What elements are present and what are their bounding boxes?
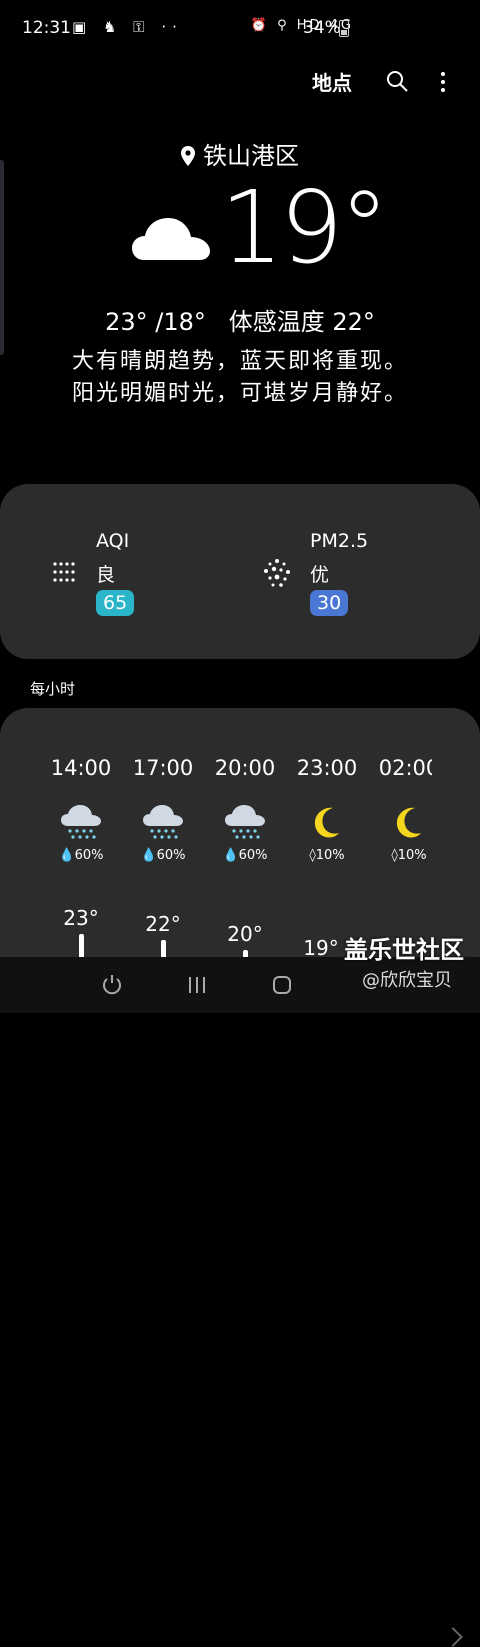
temp-minmax: 23° /18°: [105, 308, 206, 336]
watermark-author: @欣欣宝贝: [362, 970, 452, 991]
moon-icon: [396, 807, 421, 838]
hour-precip: 💧60%: [58, 848, 104, 863]
status-bar: 12:31 ▣ ♞ ⚿ ·· ⏰ ⚲ HD 4G 34%: [0, 0, 480, 58]
raindrop-icon: 💧: [140, 848, 157, 863]
status-notification-icons: ▣ ♞ ⚿ ··: [72, 18, 183, 36]
home-icon[interactable]: [271, 974, 293, 996]
air-quality-card[interactable]: AQI 良 65 PM2.5 优 30: [0, 484, 480, 659]
weather-description: 大有晴朗趋势，蓝天即将重现。 阳光明媚时光，可堪岁月静好。: [0, 346, 480, 410]
recents-icon[interactable]: [186, 974, 208, 996]
hour-precip: 💧60%: [140, 848, 186, 863]
hour-precip: ◊10%: [391, 848, 427, 863]
hour-temp: 20°: [227, 922, 263, 946]
pm25-value-badge: 30: [310, 590, 349, 616]
aqi-dots-icon: [53, 562, 75, 582]
hour-time: 17:00: [132, 756, 194, 780]
hour-time: 14:00: [50, 756, 112, 780]
temp-range-row: 23° /18° 体感温度 22°: [0, 302, 480, 337]
chevron-right-icon[interactable]: [443, 1627, 463, 1647]
battery-icon: [339, 20, 349, 37]
hour-precip: ◊10%: [309, 848, 345, 863]
city-row[interactable]: 铁山港区: [0, 136, 480, 171]
raindrop-icon: 💧: [58, 848, 75, 863]
cloud-icon: [132, 218, 210, 260]
watermark-title: 盖乐世社区: [344, 936, 464, 964]
hour-temp: 23°: [63, 906, 99, 930]
moon-icon: [314, 807, 339, 838]
rain-cloud-icon: [143, 805, 183, 839]
hour-time: 23:00: [296, 756, 358, 780]
location-pin-icon: [181, 146, 195, 166]
rain-cloud-icon: [61, 805, 101, 839]
city-name: 铁山港区: [203, 142, 299, 170]
pm25-label: PM2.5: [310, 530, 369, 552]
feels-like: 体感温度 22°: [228, 308, 375, 336]
hourly-title: 每小时: [30, 680, 76, 698]
location-button[interactable]: 地点: [312, 67, 352, 96]
aqi-label: AQI: [96, 530, 130, 552]
hour-time: 02:00: [378, 756, 432, 780]
more-vertical-icon[interactable]: [438, 70, 448, 92]
search-icon[interactable]: [386, 70, 408, 92]
aqi-level: 良: [96, 564, 116, 586]
current-temperature: 19°: [220, 169, 389, 286]
description-line-1: 大有晴朗趋势，蓝天即将重现。: [71, 349, 408, 374]
aqi-value-badge: 65: [96, 590, 135, 616]
status-time: 12:31: [22, 18, 71, 38]
power-icon[interactable]: [101, 974, 123, 996]
hour-temp: 22°: [145, 912, 181, 936]
raindrop-icon: 💧: [222, 848, 239, 863]
rain-cloud-icon: [225, 805, 265, 839]
battery-percent: 34%: [303, 18, 341, 38]
description-line-2: 阳光明媚时光，可堪岁月静好。: [71, 381, 408, 406]
pm25-level: 优: [310, 564, 330, 586]
hour-time: 20:00: [214, 756, 276, 780]
pm25-particles-icon: [264, 559, 290, 587]
hour-precip: 💧60%: [222, 848, 268, 863]
